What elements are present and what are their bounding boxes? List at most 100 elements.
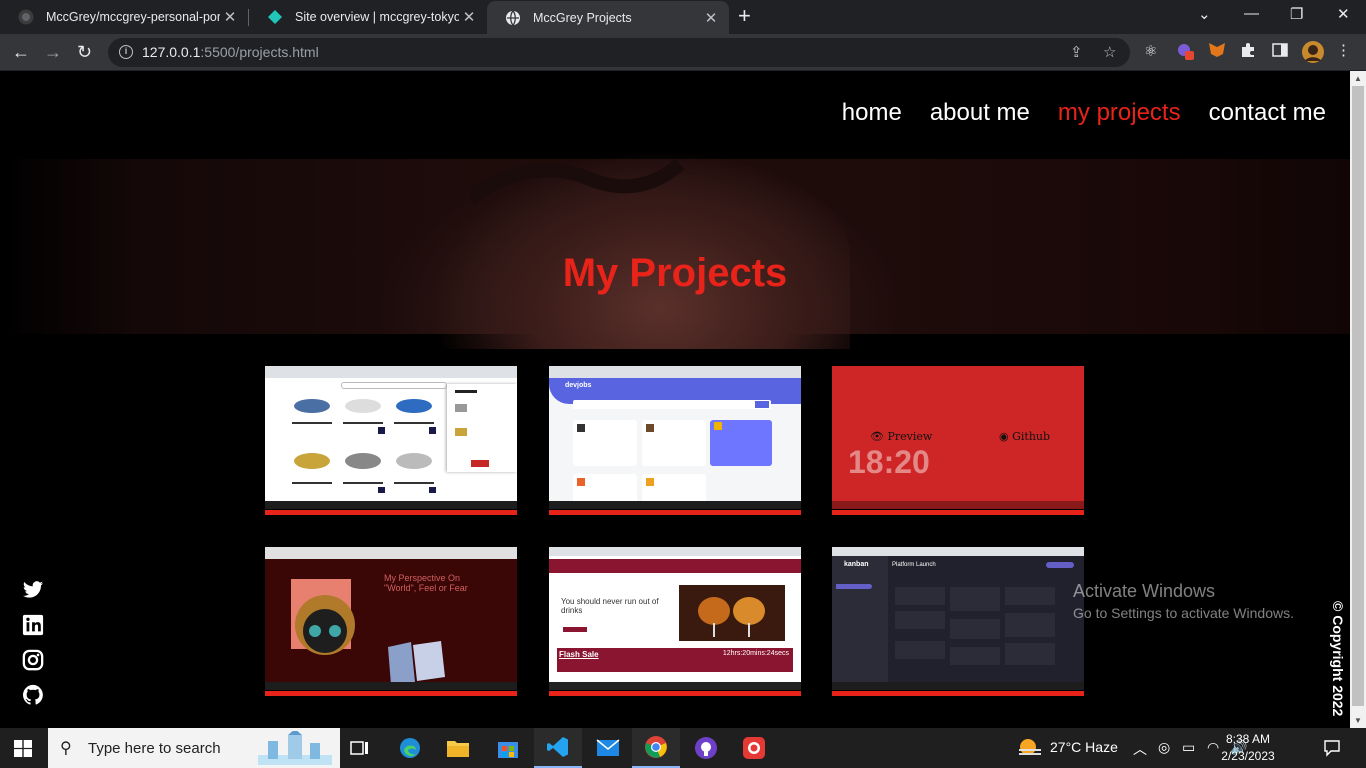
profile-avatar[interactable]	[1302, 41, 1324, 67]
github-icon	[18, 9, 34, 25]
nav-projects[interactable]: my projects	[1058, 99, 1181, 127]
side-panel-icon[interactable]	[1272, 42, 1288, 62]
linkedin-icon[interactable]	[22, 614, 44, 636]
tab-search-icon[interactable]: ⌄	[1198, 5, 1211, 23]
chevron-up-icon[interactable]: ︿	[1133, 739, 1147, 759]
page-scrollbar[interactable]: ▲ ▼	[1350, 71, 1366, 728]
new-tab-button[interactable]: +	[738, 3, 751, 29]
address-bar[interactable]: i 127.0.0.1:5500/projects.html ⇪ ☆	[108, 38, 1130, 67]
preview-link[interactable]: 👁 Preview	[870, 430, 932, 443]
project-card-kanban[interactable]: kanban Platform Launch	[832, 547, 1084, 696]
forward-arrow-icon[interactable]: →	[44, 42, 62, 62]
project-card-drinks[interactable]: You should never run out of drinks Flash…	[549, 547, 801, 696]
tab-github[interactable]: MccGrey/mccgrey-personal-portfolio ✕	[0, 0, 248, 34]
file-explorer-icon[interactable]	[434, 728, 482, 768]
eye-icon: 👁	[870, 430, 884, 443]
search-icon: ⚲	[60, 740, 72, 757]
microsoft-store-icon[interactable]	[484, 728, 532, 768]
twitter-icon[interactable]	[22, 579, 44, 601]
extension-badge-icon[interactable]	[1176, 42, 1194, 64]
taskbar-clock[interactable]: 8:38 AM 2/23/2023	[1206, 731, 1290, 765]
copyright-vertical: © Copyright 2022	[1330, 601, 1346, 717]
window-close-button[interactable]: ✕	[1337, 5, 1350, 23]
hero-glasses	[470, 159, 685, 205]
hero-banner: My Projects	[0, 149, 1350, 349]
instagram-icon[interactable]	[22, 649, 44, 671]
project-screenshot: kanban Platform Launch	[832, 547, 1084, 690]
weather-text[interactable]: 27°C Haze	[1050, 739, 1118, 755]
search-highlight-art	[258, 731, 332, 765]
share-icon[interactable]: ⇪	[1070, 43, 1083, 61]
notifications-icon[interactable]	[1323, 739, 1341, 760]
tab-projects[interactable]: MccGrey Projects ✕	[487, 1, 729, 35]
flash-sale-label: Flash Sale	[559, 650, 599, 659]
project-screenshot: devjobs	[549, 366, 801, 509]
tab-netlify[interactable]: Site overview | mccgrey-tokyo ✕	[249, 0, 487, 34]
search-placeholder: Type here to search	[88, 740, 221, 757]
nav-home[interactable]: home	[842, 99, 902, 127]
netlify-icon	[268, 10, 282, 24]
chrome-icon[interactable]	[632, 728, 680, 768]
extensions-puzzle-icon[interactable]	[1240, 42, 1256, 62]
nav-contact[interactable]: contact me	[1209, 99, 1326, 127]
browser-toolbar: ← → ↻ i 127.0.0.1:5500/projects.html ⇪ ☆	[0, 34, 1366, 71]
gallery-heading: My Perspective On "World", Feel or Fear	[384, 573, 468, 593]
mail-icon[interactable]	[584, 728, 632, 768]
task-view-icon[interactable]	[336, 728, 384, 768]
flash-sale-timer: 12hrs:20mins:24secs	[722, 650, 789, 657]
clock-date: 2/23/2023	[1221, 749, 1275, 763]
weather-icon[interactable]	[1016, 736, 1044, 763]
minimize-button[interactable]: —	[1244, 5, 1259, 22]
site-nav: home about me my projects contact me	[842, 99, 1326, 127]
project-card-clock[interactable]: 👁 Preview ◉ Github 18:20	[832, 366, 1084, 515]
reload-icon[interactable]: ↻	[77, 42, 92, 62]
kanban-brand: kanban	[844, 561, 869, 568]
meet-now-icon[interactable]: ◎	[1158, 739, 1170, 756]
scroll-down-icon[interactable]: ▼	[1354, 716, 1362, 725]
url-text: 127.0.0.1:5500/projects.html	[142, 44, 319, 60]
react-devtools-icon[interactable]: ⚛	[1144, 42, 1157, 60]
maximize-button[interactable]: ❐	[1290, 5, 1303, 23]
taskbar-search[interactable]: ⚲ Type here to search	[48, 728, 340, 768]
github-desktop-icon[interactable]	[682, 728, 730, 768]
scroll-thumb[interactable]	[1352, 86, 1364, 706]
github-link[interactable]: ◉ Github	[999, 430, 1050, 443]
screen-recorder-icon[interactable]	[730, 728, 778, 768]
project-card-gallery[interactable]: My Perspective On "World", Feel or Fear	[265, 547, 517, 696]
tab-title: Site overview | mccgrey-tokyo	[295, 10, 459, 24]
kanban-board-title: Platform Launch	[892, 562, 936, 568]
nav-about[interactable]: about me	[930, 99, 1030, 127]
drinks-heading: You should never run out of drinks	[561, 597, 659, 615]
scroll-up-icon[interactable]: ▲	[1354, 74, 1362, 83]
site-info-icon[interactable]: i	[119, 45, 133, 59]
menu-icon[interactable]: ⋮	[1336, 41, 1351, 59]
project-screenshot: My Perspective On "World", Feel or Fear	[265, 547, 517, 690]
project-card-devjobs[interactable]: devjobs	[549, 366, 801, 515]
activate-windows-watermark: Activate Windows Go to Settings to activ…	[1073, 581, 1294, 621]
page-title: My Projects	[562, 251, 788, 295]
close-icon[interactable]: ✕	[459, 8, 479, 26]
project-card-sneakers[interactable]	[265, 366, 517, 515]
tab-title: MccGrey/mccgrey-personal-portfolio	[46, 10, 220, 24]
close-icon[interactable]: ✕	[701, 9, 721, 27]
page-viewport: home about me my projects contact me My …	[0, 71, 1350, 728]
back-arrow-icon[interactable]: ←	[12, 42, 30, 62]
close-icon[interactable]: ✕	[220, 8, 240, 26]
vscode-icon[interactable]	[534, 728, 582, 768]
clock-preview-text: 18:20	[848, 444, 930, 480]
project-screenshot: You should never run out of drinks Flash…	[549, 547, 801, 690]
social-links	[22, 579, 44, 706]
project-screenshot: 👁 Preview ◉ Github 18:20	[832, 366, 1084, 509]
globe-icon	[506, 10, 520, 26]
github-icon[interactable]	[22, 684, 44, 706]
edge-icon[interactable]	[386, 728, 434, 768]
project-screenshot	[265, 366, 517, 509]
bookmark-star-icon[interactable]: ☆	[1103, 43, 1116, 61]
clock-time: 8:38 AM	[1225, 732, 1271, 746]
metamask-icon[interactable]	[1208, 42, 1226, 62]
browser-tabbar: MccGrey/mccgrey-personal-portfolio ✕ Sit…	[0, 0, 1366, 35]
github-icon: ◉	[999, 430, 1009, 443]
windows-start-icon[interactable]	[14, 740, 32, 757]
project-hover-overlay: 👁 Preview ◉ Github 18:20	[832, 366, 1084, 509]
battery-icon[interactable]: ▭	[1182, 739, 1195, 756]
